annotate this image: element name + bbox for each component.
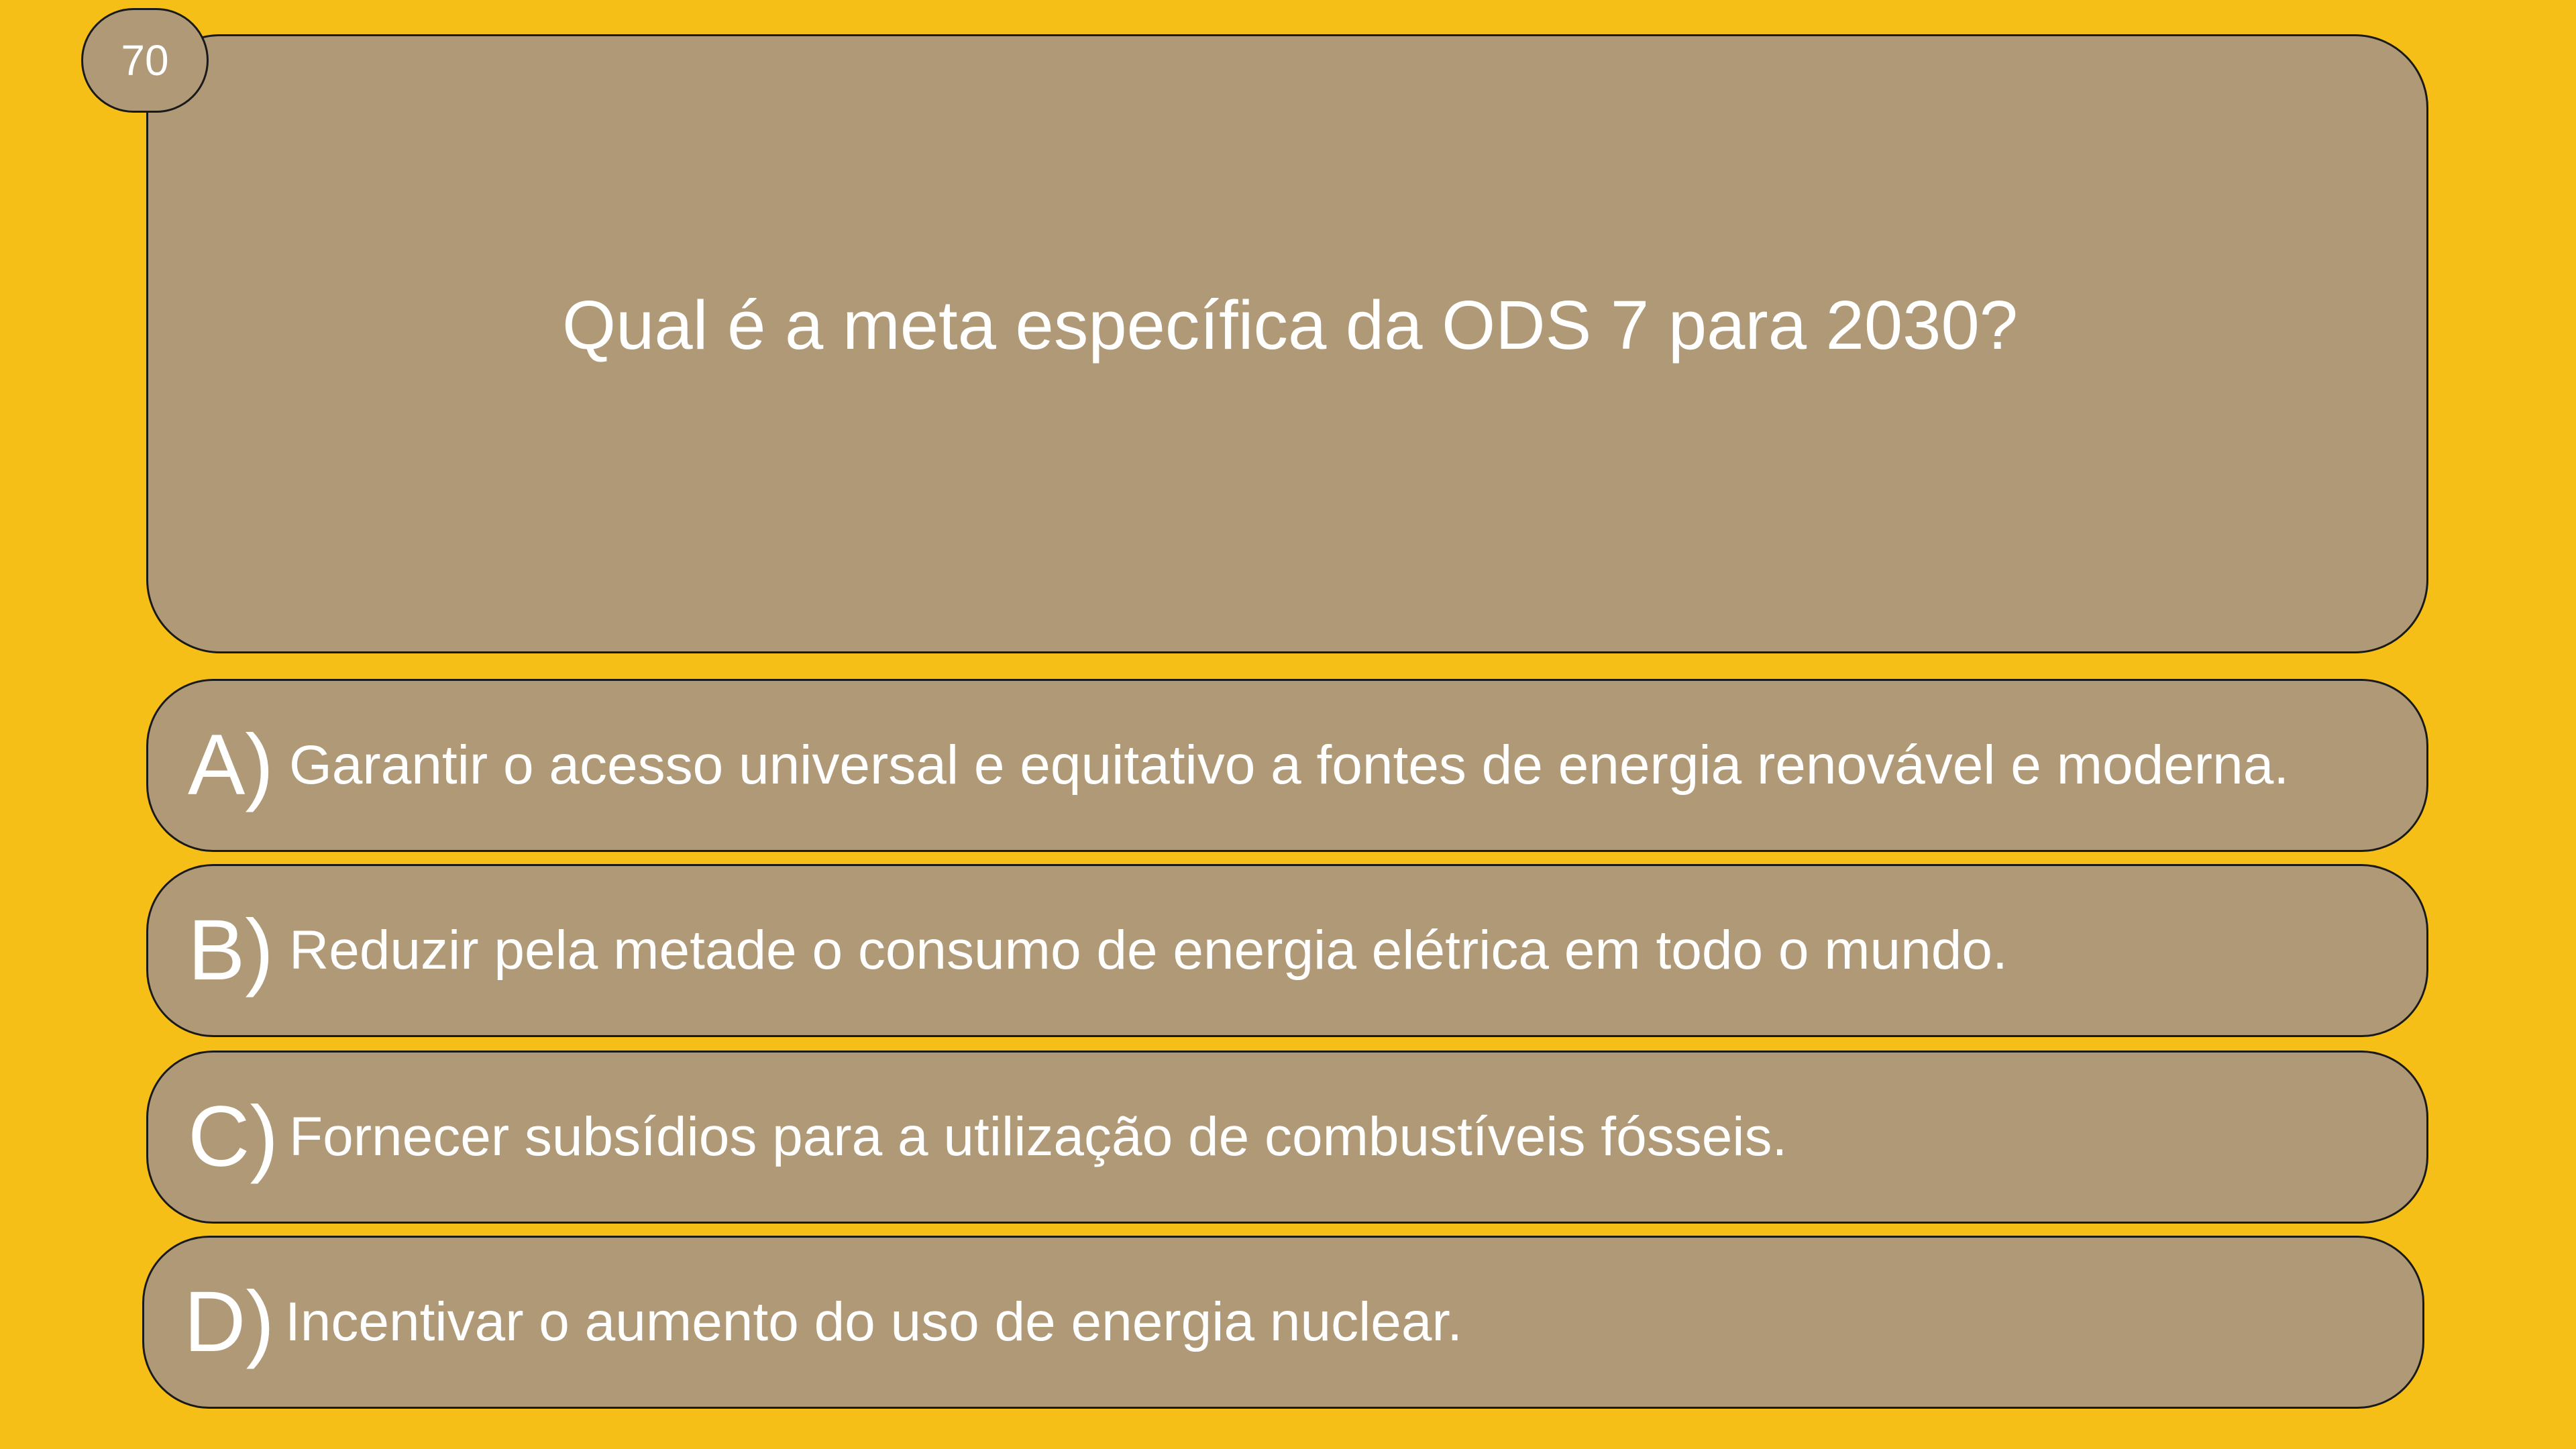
option-letter-c: C) — [188, 1089, 279, 1185]
answer-option-b[interactable]: B) Reduzir pela metade o consumo de ener… — [146, 864, 2428, 1037]
option-letter-b: B) — [188, 902, 274, 998]
question-text: Qual é a meta específica da ODS 7 para 2… — [561, 286, 2019, 364]
answer-option-d[interactable]: D) Incentivar o aumento do uso de energi… — [142, 1236, 2424, 1409]
option-letter-d: D) — [184, 1274, 275, 1370]
option-text-d: Incentivar o aumento do uso de energia n… — [285, 1291, 1463, 1352]
option-text-b: Reduzir pela metade o consumo de energia… — [289, 920, 2008, 981]
answer-option-c[interactable]: C) Fornecer subsídios para a utilização … — [146, 1051, 2428, 1224]
answer-option-a[interactable]: A) Garantir o acesso universal e equitat… — [146, 679, 2428, 852]
option-text-c: Fornecer subsídios para a utilização de … — [289, 1106, 1788, 1167]
question-card: Qual é a meta específica da ODS 7 para 2… — [146, 34, 2428, 653]
option-text-a: Garantir o acesso universal e equitativo… — [289, 735, 2290, 796]
option-letter-a: A) — [188, 717, 274, 813]
question-number-badge: 70 — [81, 8, 209, 113]
